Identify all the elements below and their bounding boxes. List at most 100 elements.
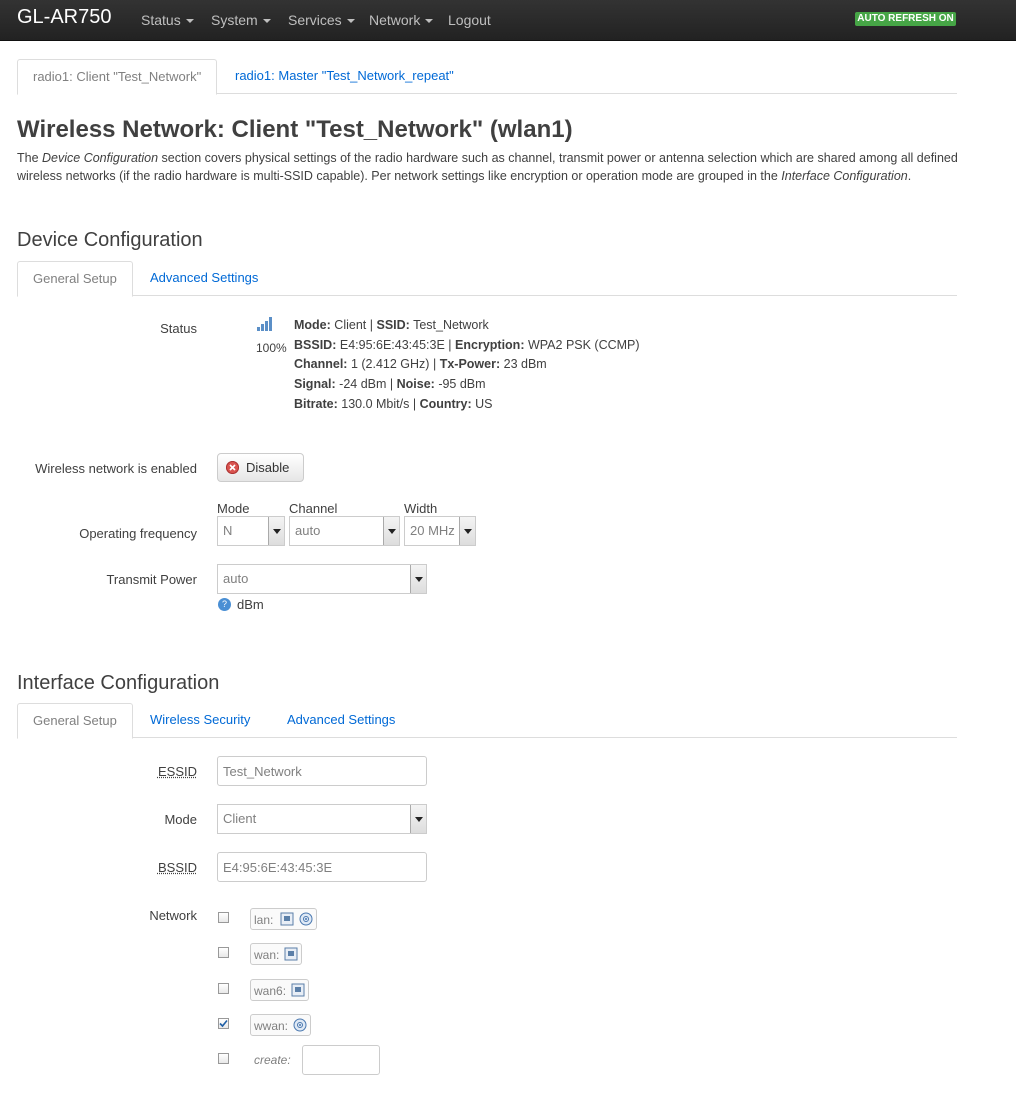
tab-device-general-setup[interactable]: General Setup: [17, 261, 133, 297]
nav-status[interactable]: Status: [141, 12, 194, 28]
channel-col-label: Channel: [289, 501, 338, 516]
tab-radio1-master[interactable]: radio1: Master "Test_Network_repeat": [220, 59, 469, 93]
tab-radio1-client[interactable]: radio1: Client "Test_Network": [17, 59, 218, 95]
iface-mode-label: Mode: [164, 812, 197, 827]
tab-iface-advanced-settings[interactable]: Advanced Settings: [272, 703, 410, 737]
network-name-wwan: wwan:: [254, 1019, 289, 1033]
width-select-value: 20 MHz: [410, 523, 455, 538]
signal-percent: 100%: [256, 341, 287, 355]
status-key: SSID:: [376, 318, 410, 332]
desc-text: .: [907, 169, 912, 183]
nav-system[interactable]: System: [211, 12, 271, 28]
stop-icon: [226, 461, 239, 474]
transmit-power-unit: dBm: [237, 597, 264, 612]
transmit-power-select[interactable]: auto: [217, 564, 427, 594]
status-label: Status: [160, 321, 197, 336]
dropdown-arrow-icon: [383, 517, 399, 545]
ethernet-port-icon: [291, 983, 305, 997]
status-value: E4:95:6E:43:45:3E: [339, 337, 445, 352]
status-value: 130.0 Mbit/s: [341, 396, 410, 411]
status-details: Mode: Client | SSID: Test_Network BSSID:…: [294, 316, 640, 415]
wireless-enabled-label: Wireless network is enabled: [35, 461, 197, 476]
iface-mode-select[interactable]: Client: [217, 804, 427, 834]
bssid-label: BSSID: [157, 860, 197, 875]
mode-select[interactable]: N: [217, 516, 285, 546]
network-checkbox-wan6[interactable]: [218, 983, 229, 994]
desc-text: The: [17, 151, 43, 165]
transmit-power-value: auto: [223, 571, 249, 586]
network-name-wan6: wan6:: [254, 984, 287, 998]
status-line-bssid: BSSID: E4:95:6E:43:45:3E | Encryption: W…: [294, 336, 640, 356]
status-value: -95 dBm: [438, 377, 486, 392]
create-network-input[interactable]: [302, 1045, 380, 1075]
status-sep: |: [412, 396, 417, 411]
status-sep: |: [389, 377, 394, 392]
chevron-down-icon: [425, 19, 434, 24]
bssid-input[interactable]: E4:95:6E:43:45:3E: [217, 852, 427, 882]
chevron-down-icon: [262, 19, 271, 24]
status-key: Bitrate:: [294, 396, 338, 411]
desc-emphasis-interface: Interface Configuration: [781, 169, 908, 183]
network-pill-lan: lan:: [250, 908, 317, 930]
status-value: Client: [334, 318, 367, 332]
status-value: 1 (2.412 GHz): [350, 357, 430, 372]
status-line-signal: Signal: -24 dBm | Noise: -95 dBm: [294, 375, 640, 395]
signal-bars-icon: [257, 317, 273, 331]
status-key: Signal:: [294, 377, 336, 392]
essid-input[interactable]: Test_Network: [217, 756, 427, 786]
status-line-bitrate: Bitrate: 130.0 Mbit/s | Country: US: [294, 395, 640, 415]
dropdown-arrow-icon: [459, 517, 475, 545]
auto-refresh-badge[interactable]: AUTO REFRESH ON: [855, 12, 956, 26]
network-label: Network: [149, 908, 197, 923]
operating-frequency-label: Operating frequency: [79, 526, 197, 541]
status-value: Test_Network: [413, 318, 489, 332]
nav-system-label: System: [211, 12, 258, 28]
network-checkbox-create[interactable]: [218, 1053, 229, 1064]
brand-logo[interactable]: GL-AR750: [17, 6, 112, 29]
device-config-heading: Device Configuration: [17, 229, 203, 251]
tab-device-advanced-settings[interactable]: Advanced Settings: [135, 261, 273, 295]
essid-label: ESSID: [157, 764, 197, 779]
nav-logout[interactable]: Logout: [448, 12, 491, 28]
mode-col-label: Mode: [217, 501, 250, 516]
ethernet-port-icon: [284, 947, 298, 961]
network-pill-wan: wan:: [250, 943, 302, 965]
status-key: Encryption:: [455, 337, 525, 352]
status-line-channel: Channel: 1 (2.412 GHz) | Tx-Power: 23 dB…: [294, 355, 640, 375]
network-name-wan: wan:: [254, 948, 280, 962]
channel-select[interactable]: auto: [289, 516, 400, 546]
help-icon[interactable]: ?: [218, 598, 231, 611]
iface-mode-value: Client: [223, 811, 257, 826]
status-key: Noise:: [396, 377, 435, 392]
disable-button[interactable]: Disable: [217, 453, 304, 482]
network-checkbox-wwan[interactable]: [218, 1018, 229, 1029]
page-description: The Device Configuration section covers …: [17, 149, 962, 185]
width-select[interactable]: 20 MHz: [404, 516, 476, 546]
status-sep: |: [448, 337, 452, 352]
status-key: Tx-Power:: [439, 357, 501, 372]
status-key: Country:: [419, 396, 472, 411]
tab-iface-wireless-security[interactable]: Wireless Security: [135, 703, 265, 737]
tab-iface-general-setup[interactable]: General Setup: [17, 703, 133, 739]
interface-config-heading: Interface Configuration: [17, 672, 220, 694]
network-checkbox-wan[interactable]: [218, 947, 229, 958]
iface-tabs-divider: [17, 737, 957, 738]
disable-button-label: Disable: [246, 460, 290, 475]
bssid-input-value: E4:95:6E:43:45:3E: [223, 860, 333, 875]
status-value: 23 dBm: [503, 357, 547, 372]
nav-network[interactable]: Network: [369, 12, 434, 28]
nav-network-label: Network: [369, 12, 421, 28]
status-sep: |: [432, 357, 437, 372]
chevron-down-icon: [346, 19, 355, 24]
dropdown-arrow-icon: [410, 805, 426, 833]
network-pill-wan6: wan6:: [250, 979, 309, 1001]
device-tabs-divider: [17, 295, 957, 296]
network-checkbox-lan[interactable]: [218, 912, 229, 923]
transmit-power-label: Transmit Power: [106, 572, 197, 587]
nav-services[interactable]: Services: [288, 12, 355, 28]
channel-select-value: auto: [295, 523, 321, 538]
status-value: -24 dBm: [339, 377, 387, 392]
network-name-lan: lan:: [254, 913, 274, 927]
status-sep: |: [369, 318, 373, 332]
ethernet-port-icon: [280, 912, 294, 926]
